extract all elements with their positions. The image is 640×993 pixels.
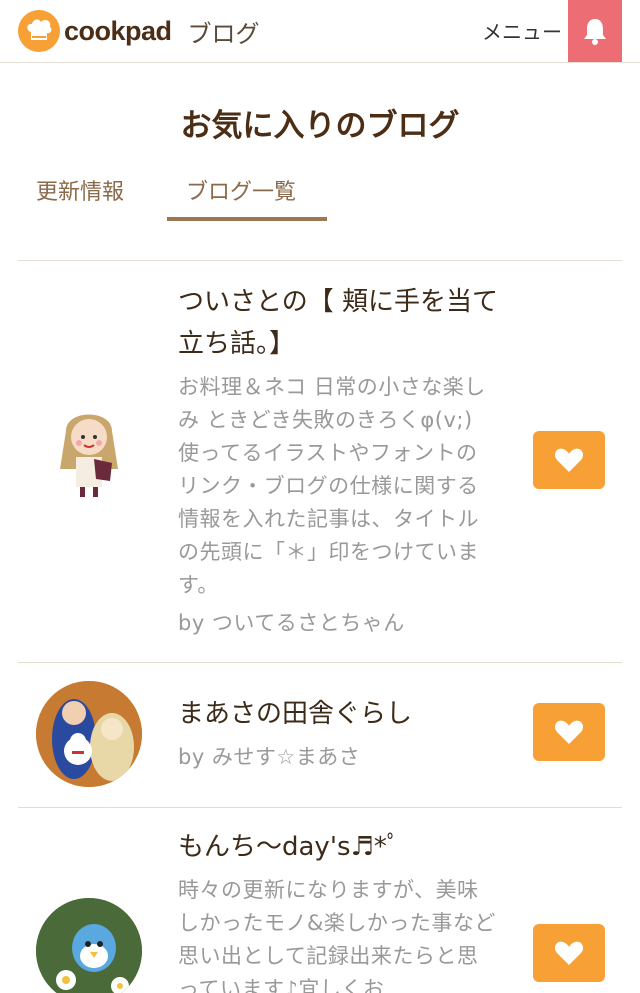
logo-text: cookpad bbox=[64, 15, 172, 46]
blog-title[interactable]: もんち〜day's♬*ﾟ bbox=[178, 826, 498, 868]
bell-icon bbox=[584, 19, 606, 45]
blog-avatar bbox=[36, 401, 142, 507]
page-title: お気に入りのブログ bbox=[180, 108, 460, 144]
blog-description: お料理＆ネコ 日常の小さな楽しみ ときどき失敗のきろくφ(v;) 使ってるイラス… bbox=[178, 375, 486, 597]
blog-avatar bbox=[36, 681, 142, 787]
tab-bar: 更新情報 ブログ一覧 bbox=[0, 170, 640, 225]
favorite-button[interactable] bbox=[533, 703, 605, 761]
blog-title[interactable]: ついさとの【 頬に手を当て立ち話。】 bbox=[178, 281, 498, 365]
menu-button[interactable]: メニュー bbox=[482, 16, 568, 45]
blog-item[interactable]: ついさとの【 頬に手を当て立ち話。】 お料理＆ネコ 日常の小さな楽しみ ときどき… bbox=[0, 261, 640, 661]
active-tab-indicator bbox=[167, 217, 327, 221]
blog-title[interactable]: まあさの田舎ぐらし bbox=[178, 693, 498, 735]
heart-icon bbox=[554, 448, 584, 472]
notification-button[interactable] bbox=[568, 0, 622, 62]
top-header: cookpad ブログ メニュー bbox=[0, 0, 640, 63]
tab-blog-list[interactable]: ブログ一覧 bbox=[186, 174, 296, 206]
heart-icon bbox=[554, 720, 584, 744]
blog-description: 時々の更新になりますが、美味しかったモノ&楽しかった事など思い出として記録出来た… bbox=[178, 878, 496, 993]
favorite-button[interactable] bbox=[533, 924, 605, 982]
tab-updates[interactable]: 更新情報 bbox=[36, 174, 124, 206]
blog-avatar bbox=[36, 898, 142, 993]
chef-hat-icon bbox=[18, 10, 60, 52]
favorite-button[interactable] bbox=[533, 431, 605, 489]
section-label[interactable]: ブログ bbox=[188, 14, 260, 49]
heart-icon bbox=[554, 941, 584, 965]
blog-item[interactable]: まあさの田舎ぐらし by みせす☆まあさ bbox=[0, 663, 640, 806]
blog-author: by ついてるさとちゃん bbox=[178, 611, 405, 635]
blog-author: by みせす☆まあさ bbox=[178, 745, 361, 769]
blog-item[interactable]: もんち〜day's♬*ﾟ 時々の更新になりますが、美味しかったモノ&楽しかった事… bbox=[0, 808, 640, 993]
cookpad-logo[interactable]: cookpad bbox=[18, 10, 172, 52]
